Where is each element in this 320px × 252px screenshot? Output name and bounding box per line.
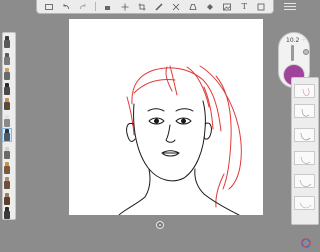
image-icon[interactable] <box>222 2 232 12</box>
layer-thumb[interactable] <box>294 128 315 142</box>
brush-ink-icon[interactable] <box>3 207 11 219</box>
drawing-canvas[interactable] <box>69 19 263 215</box>
sketch-app: T 10.2 + <box>0 0 320 248</box>
main-toolbar: T <box>36 0 274 14</box>
layer-thumb[interactable] <box>294 151 315 165</box>
crop-icon[interactable] <box>137 2 147 12</box>
layer-thumb[interactable] <box>294 84 315 98</box>
brush-pen-icon[interactable] <box>3 53 11 65</box>
add-layer-icon[interactable]: + <box>297 36 311 44</box>
brush-size-value: 10.2 <box>286 37 300 44</box>
face-strokes <box>118 100 240 215</box>
redo-icon[interactable] <box>78 2 88 12</box>
brush-paintbrush-icon[interactable] <box>3 98 11 110</box>
undo-icon[interactable] <box>61 2 71 12</box>
opacity-indicator[interactable] <box>303 49 309 55</box>
hair-strokes <box>126 65 242 208</box>
layer-thumb[interactable] <box>294 104 315 118</box>
layer-thumb[interactable] <box>294 174 315 188</box>
color-wheel-icon[interactable] <box>301 233 311 248</box>
layout-icon[interactable] <box>44 2 54 12</box>
fill-icon[interactable] <box>205 2 215 12</box>
perspective-icon[interactable] <box>188 2 198 12</box>
canvas-center-button[interactable] <box>156 221 164 229</box>
brush-pencil-icon[interactable] <box>3 36 11 48</box>
brush-size-slider[interactable] <box>291 45 294 61</box>
brush-selected-icon[interactable] <box>2 128 12 142</box>
brush-eraser-icon[interactable] <box>3 115 11 127</box>
brush-smudge-icon[interactable] <box>3 177 11 189</box>
toolbar-divider <box>94 2 96 11</box>
brush-chalk-icon[interactable] <box>3 147 11 159</box>
text-icon[interactable]: T <box>239 2 249 12</box>
symmetry-icon[interactable] <box>171 2 181 12</box>
brush-airbrush-icon[interactable] <box>3 83 11 95</box>
fullscreen-icon[interactable] <box>256 2 266 12</box>
brush-crayon-icon[interactable] <box>3 162 11 174</box>
select-icon[interactable] <box>103 2 113 12</box>
transform-icon[interactable] <box>120 2 130 12</box>
brush-blender-icon[interactable] <box>3 193 11 205</box>
ruler-icon[interactable] <box>154 2 164 12</box>
layer-thumb[interactable] <box>294 196 315 210</box>
sketch-drawing <box>118 65 242 215</box>
menu-icon[interactable] <box>284 3 296 11</box>
brush-marker-icon[interactable] <box>3 68 11 80</box>
